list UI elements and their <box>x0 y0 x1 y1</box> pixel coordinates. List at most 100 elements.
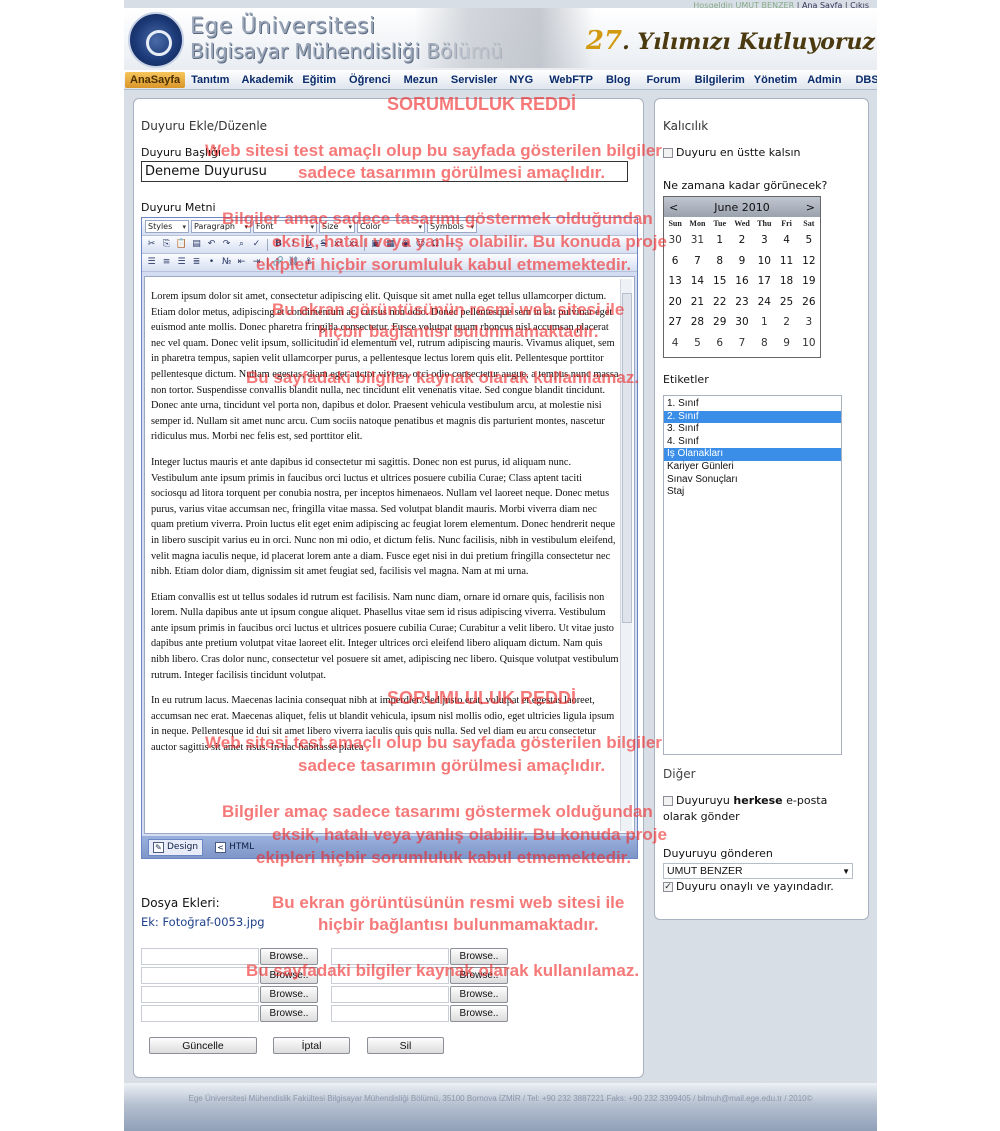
calendar-day[interactable]: 3 <box>798 312 820 333</box>
persist-option[interactable]: Duyuru en üstte kalsın <box>663 146 800 159</box>
bullet-list-icon[interactable]: • <box>205 256 218 269</box>
calendar-day[interactable]: 12 <box>798 251 820 272</box>
calendar-prev-button[interactable]: < <box>669 201 678 214</box>
numbered-list-icon[interactable]: № <box>220 256 233 269</box>
tag-option[interactable]: 2. Sınıf <box>664 410 841 424</box>
color-dropdown[interactable]: Color <box>357 220 425 233</box>
editor-scrollbar[interactable] <box>620 279 632 831</box>
calendar-day[interactable]: 3 <box>753 230 775 251</box>
browse-button[interactable]: Browse.. <box>260 966 318 984</box>
file-path-field[interactable] <box>331 947 449 965</box>
cancel-button[interactable]: İptal <box>273 1037 350 1054</box>
delete-button[interactable]: Sil <box>367 1037 444 1054</box>
calendar-day[interactable]: 9 <box>731 251 753 272</box>
calendar-day[interactable]: 21 <box>686 292 708 313</box>
tab-design[interactable]: ✎ Design <box>148 838 204 856</box>
insert-flash-icon[interactable]: ◉ <box>399 238 412 251</box>
file-path-field[interactable] <box>141 966 259 984</box>
anchor-icon[interactable]: ⚓ <box>302 256 315 269</box>
tag-option[interactable]: 4. Sınıf <box>664 436 841 449</box>
calendar-day[interactable]: 8 <box>709 251 731 272</box>
unlink-icon[interactable]: ⛓ <box>287 256 300 269</box>
file-path-field[interactable] <box>331 985 449 1003</box>
nav-webftp[interactable]: WebFTP <box>549 74 593 86</box>
calendar-day[interactable]: 2 <box>775 312 797 333</box>
calendar-day[interactable]: 30 <box>664 230 686 251</box>
insert-image-icon[interactable]: ▣ <box>369 238 382 251</box>
bold-icon[interactable]: B <box>272 238 285 251</box>
browse-button[interactable]: Browse.. <box>450 1004 508 1022</box>
persist-checkbox[interactable] <box>663 148 673 158</box>
calendar-day[interactable]: 25 <box>775 292 797 313</box>
nav-bilgilerim[interactable]: Bilgilerim <box>695 74 745 86</box>
calendar-day[interactable]: 31 <box>686 230 708 251</box>
align-center-icon[interactable]: ≡ <box>160 256 173 269</box>
calendar-day[interactable]: 15 <box>709 271 731 292</box>
cut-icon[interactable]: ✂ <box>145 238 158 251</box>
paste-icon[interactable]: 📋 <box>175 238 188 251</box>
browse-button[interactable]: Browse.. <box>260 1004 318 1022</box>
nav-yonetim[interactable]: Yönetim <box>754 74 797 86</box>
calendar-day[interactable]: 17 <box>753 271 775 292</box>
nav-blog[interactable]: Blog <box>606 74 630 86</box>
calendar-day[interactable]: 24 <box>753 292 775 313</box>
editor-content-area[interactable]: Lorem ipsum dolor sit amet, consectetur … <box>144 276 635 834</box>
calendar-day[interactable]: 4 <box>664 333 686 354</box>
approved-checkbox[interactable]: ✓ <box>663 882 673 892</box>
hr-icon[interactable]: ― <box>444 238 457 251</box>
calendar-day[interactable]: 9 <box>775 333 797 354</box>
nav-dbs[interactable]: DBS <box>855 74 877 86</box>
calendar-day[interactable]: 8 <box>753 333 775 354</box>
redo-icon[interactable]: ↷ <box>220 238 233 251</box>
subject-input[interactable] <box>141 161 628 182</box>
spellcheck-icon[interactable]: ✓ <box>250 238 263 251</box>
strikethrough-icon[interactable]: S <box>317 238 330 251</box>
calendar-day[interactable]: 23 <box>731 292 753 313</box>
calendar-day[interactable]: 6 <box>709 333 731 354</box>
paste-text-icon[interactable]: ▤ <box>190 238 203 251</box>
nav-nyg[interactable]: NYG <box>509 74 533 86</box>
file-path-field[interactable] <box>331 966 449 984</box>
file-path-field[interactable] <box>331 1004 449 1022</box>
calendar-day[interactable]: 1 <box>709 230 731 251</box>
copy-icon[interactable]: ⎘ <box>160 238 173 251</box>
nav-ogrenci[interactable]: Öğrenci <box>349 74 391 86</box>
calendar-day[interactable]: 22 <box>709 292 731 313</box>
find-icon[interactable]: ⌕ <box>235 238 248 251</box>
calendar-day[interactable]: 14 <box>686 271 708 292</box>
italic-icon[interactable]: I <box>287 238 300 251</box>
sender-select[interactable]: UMUT BENZER ▼ <box>663 863 853 879</box>
calendar-day[interactable]: 4 <box>775 230 797 251</box>
calendar-day[interactable]: 11 <box>775 251 797 272</box>
nav-admin[interactable]: Admin <box>807 74 841 86</box>
calendar-day[interactable]: 30 <box>731 312 753 333</box>
insert-table-icon[interactable]: ▦ <box>384 238 397 251</box>
tags-listbox[interactable]: 1. Sınıf 2. Sınıf 3. Sınıf 4. Sınıf İş Olana… <box>663 395 842 755</box>
calendar-day[interactable]: 19 <box>798 271 820 292</box>
insert-special-icon[interactable]: Ω <box>429 238 442 251</box>
calendar-day[interactable]: 6 <box>664 251 686 272</box>
calendar-day[interactable]: 5 <box>686 333 708 354</box>
calendar-next-button[interactable]: > <box>806 201 815 214</box>
tab-html[interactable]: < HTML <box>211 840 258 855</box>
browse-button[interactable]: Browse.. <box>260 947 318 965</box>
nav-anasayfa[interactable]: AnaSayfa <box>125 71 186 88</box>
calendar-day[interactable]: 2 <box>731 230 753 251</box>
attachment-link[interactable]: Ek: Fotoğraf-0053.jpg <box>141 915 265 929</box>
nav-servisler[interactable]: Servisler <box>451 74 497 86</box>
file-path-field[interactable] <box>141 947 259 965</box>
file-path-field[interactable] <box>141 985 259 1003</box>
browse-button[interactable]: Browse.. <box>450 947 508 965</box>
align-left-icon[interactable]: ☰ <box>145 256 158 269</box>
paragraph-dropdown[interactable]: Paragraph <box>191 220 251 233</box>
calendar-day[interactable]: 7 <box>686 251 708 272</box>
superscript-icon[interactable]: x² <box>332 238 345 251</box>
indent-icon[interactable]: ⇥ <box>250 256 263 269</box>
nav-akademik[interactable]: Akademik <box>241 74 293 86</box>
file-path-field[interactable] <box>141 1004 259 1022</box>
tag-option[interactable]: 3. Sınıf <box>664 423 841 436</box>
editor-text[interactable]: Lorem ipsum dolor sit amet, consectetur … <box>151 289 619 766</box>
calendar-day[interactable]: 5 <box>798 230 820 251</box>
styles-dropdown[interactable]: Styles <box>145 220 189 233</box>
email-everyone-option[interactable]: Duyuruyu herkese e-posta olarak gönder <box>663 793 863 825</box>
